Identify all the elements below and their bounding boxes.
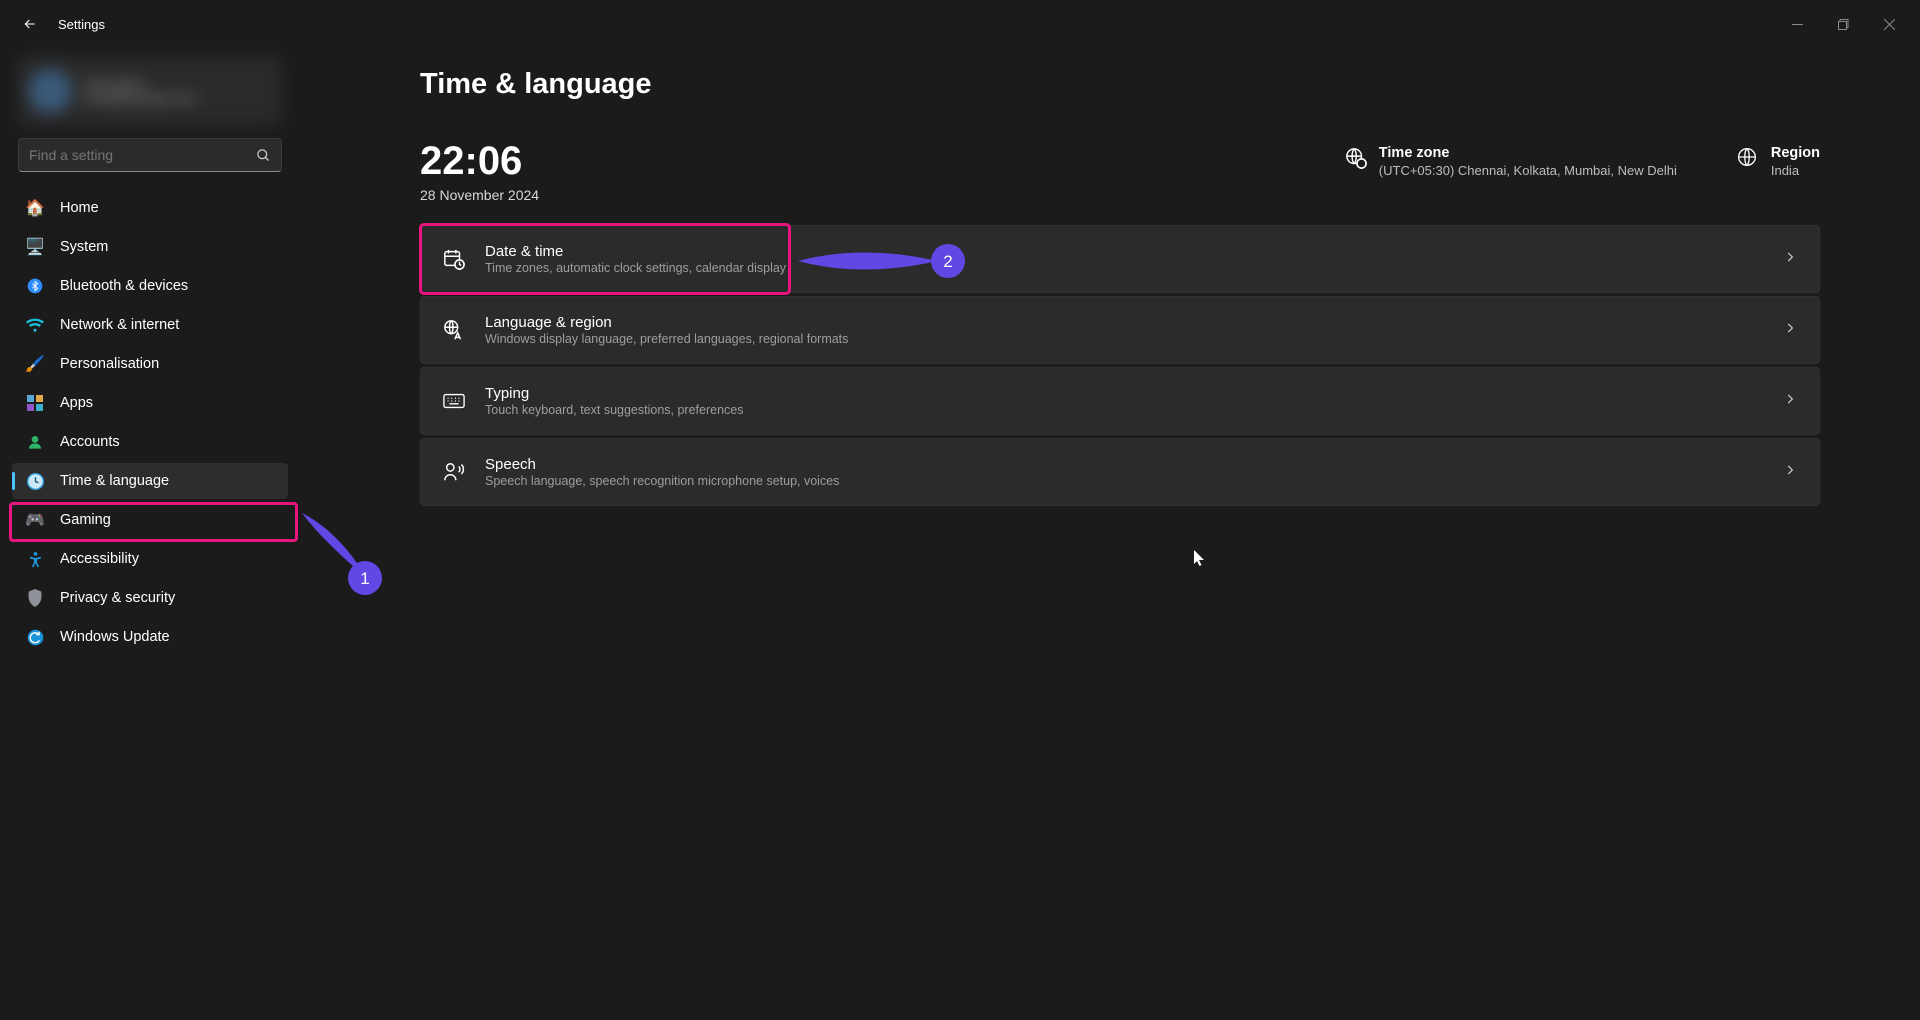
- card-speech[interactable]: Speech Speech language, speech recogniti…: [420, 438, 1820, 506]
- sidebar-item-system[interactable]: 🖥️ System: [12, 229, 288, 265]
- cursor-icon: [1194, 550, 1206, 568]
- home-icon: 🏠: [26, 199, 44, 217]
- window-controls: [1774, 8, 1912, 40]
- region-label: Region: [1771, 145, 1820, 161]
- accessibility-icon: [26, 550, 44, 568]
- sidebar-item-label: Gaming: [60, 512, 111, 528]
- speech-icon: [443, 461, 465, 483]
- sidebar-item-label: Accessibility: [60, 551, 139, 567]
- sidebar-item-label: Time & language: [60, 473, 169, 489]
- nav-list: 🏠 Home 🖥️ System Bluetooth & devices Netwo…: [12, 190, 288, 655]
- current-time: 22:06: [420, 141, 539, 181]
- card-language-region[interactable]: Language & region Windows display langua…: [420, 296, 1820, 364]
- current-date: 28 November 2024: [420, 187, 539, 203]
- chevron-right-icon: [1783, 321, 1797, 340]
- close-button[interactable]: [1866, 8, 1912, 40]
- app-title: Settings: [58, 17, 105, 32]
- region-value: India: [1771, 163, 1820, 178]
- region-info[interactable]: Region India: [1737, 145, 1820, 178]
- chevron-right-icon: [1783, 250, 1797, 269]
- titlebar: Settings: [0, 0, 1920, 48]
- sidebar-item-personalisation[interactable]: 🖌️ Personalisation: [12, 346, 288, 382]
- sidebar-item-home[interactable]: 🏠 Home: [12, 190, 288, 226]
- card-subtitle: Windows display language, preferred lang…: [485, 332, 1763, 346]
- chevron-right-icon: [1783, 463, 1797, 482]
- minimize-button[interactable]: [1774, 8, 1820, 40]
- privacy-icon: [26, 589, 44, 607]
- chevron-right-icon: [1783, 392, 1797, 411]
- sidebar-item-accessibility[interactable]: Accessibility: [12, 541, 288, 577]
- sidebar: User Nameemail@example.com 🏠 Home 🖥️ Syste…: [0, 48, 300, 1020]
- search-field[interactable]: [29, 147, 256, 163]
- globe-clock-icon: [1345, 147, 1365, 167]
- sidebar-item-apps[interactable]: Apps: [12, 385, 288, 421]
- timezone-value: (UTC+05:30) Chennai, Kolkata, Mumbai, Ne…: [1379, 163, 1677, 178]
- profile-block[interactable]: User Nameemail@example.com: [18, 56, 282, 126]
- card-title: Date & time: [485, 243, 1763, 260]
- keyboard-icon: [443, 390, 465, 412]
- account-icon: [26, 433, 44, 451]
- calendar-clock-icon: [443, 248, 465, 270]
- sidebar-item-label: Privacy & security: [60, 590, 175, 606]
- card-title: Speech: [485, 456, 1763, 473]
- timezone-info[interactable]: Time zone (UTC+05:30) Chennai, Kolkata, …: [1345, 145, 1677, 178]
- maximize-button[interactable]: [1820, 8, 1866, 40]
- sidebar-item-label: Accounts: [60, 434, 120, 450]
- sidebar-item-label: Apps: [60, 395, 93, 411]
- search-input[interactable]: [18, 138, 282, 172]
- apps-icon: [26, 394, 44, 412]
- card-date-time[interactable]: Date & time Time zones, automatic clock …: [420, 225, 1820, 293]
- sidebar-item-label: Personalisation: [60, 356, 159, 372]
- sidebar-item-label: Bluetooth & devices: [60, 278, 188, 294]
- sidebar-item-gaming[interactable]: 🎮 Gaming: [12, 502, 288, 538]
- clock-block: 22:06 28 November 2024: [420, 141, 539, 203]
- wifi-icon: [26, 316, 44, 334]
- sidebar-item-label: Home: [60, 200, 99, 216]
- language-icon: [443, 319, 465, 341]
- card-subtitle: Speech language, speech recognition micr…: [485, 474, 1763, 488]
- sidebar-item-privacy[interactable]: Privacy & security: [12, 580, 288, 616]
- update-icon: [26, 628, 44, 646]
- sidebar-item-accounts[interactable]: Accounts: [12, 424, 288, 460]
- clock-icon: [26, 472, 44, 490]
- card-title: Language & region: [485, 314, 1763, 331]
- card-subtitle: Time zones, automatic clock settings, ca…: [485, 261, 1763, 275]
- sidebar-item-network[interactable]: Network & internet: [12, 307, 288, 343]
- settings-cards: Date & time Time zones, automatic clock …: [420, 225, 1820, 506]
- system-icon: 🖥️: [26, 238, 44, 256]
- search-icon: [256, 148, 271, 163]
- card-subtitle: Touch keyboard, text suggestions, prefer…: [485, 403, 1763, 417]
- sidebar-item-time-language[interactable]: Time & language: [12, 463, 288, 499]
- bluetooth-icon: [26, 277, 44, 295]
- sidebar-item-bluetooth[interactable]: Bluetooth & devices: [12, 268, 288, 304]
- sidebar-item-label: System: [60, 239, 108, 255]
- info-row: 22:06 28 November 2024 Time zone (UTC+05…: [420, 141, 1820, 203]
- card-title: Typing: [485, 385, 1763, 402]
- sidebar-item-windows-update[interactable]: Windows Update: [12, 619, 288, 655]
- sidebar-item-label: Windows Update: [60, 629, 170, 645]
- main-content: Time & language 22:06 28 November 2024 T…: [300, 48, 1920, 1020]
- brush-icon: 🖌️: [26, 355, 44, 373]
- timezone-label: Time zone: [1379, 145, 1677, 161]
- page-title: Time & language: [420, 68, 1820, 101]
- globe-icon: [1737, 147, 1757, 167]
- gaming-icon: 🎮: [26, 511, 44, 529]
- card-typing[interactable]: Typing Touch keyboard, text suggestions,…: [420, 367, 1820, 435]
- sidebar-item-label: Network & internet: [60, 317, 179, 333]
- back-button[interactable]: [22, 15, 40, 33]
